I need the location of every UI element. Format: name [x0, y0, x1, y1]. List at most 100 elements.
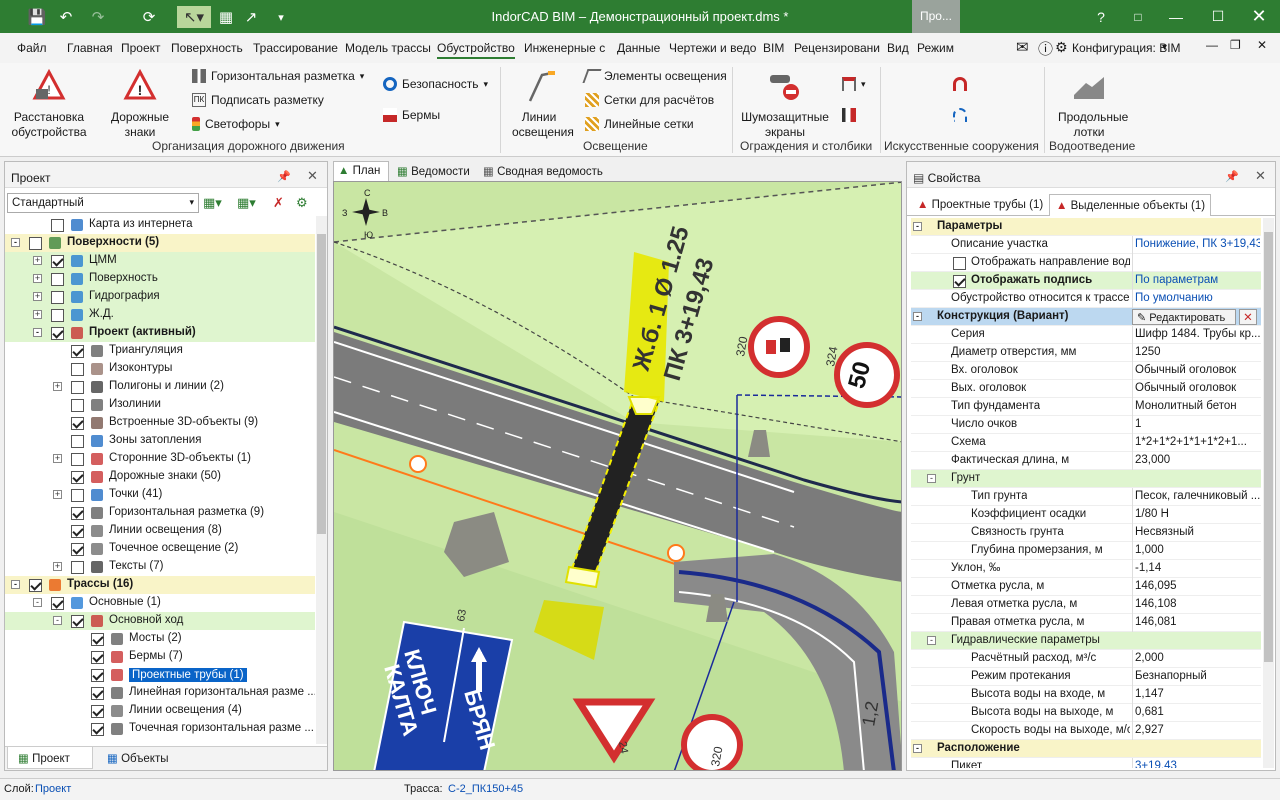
- visibility-checkbox[interactable]: [71, 489, 84, 502]
- tree-item[interactable]: - Проект (активный): [5, 324, 315, 342]
- property-row[interactable]: - Расположение: [911, 740, 1261, 758]
- tree-item[interactable]: Точечная горизонтальная разме ...: [5, 720, 315, 738]
- tree-item[interactable]: Бермы (7): [5, 648, 315, 666]
- property-row[interactable]: Число очков 1: [911, 416, 1261, 434]
- property-value[interactable]: Понижение, ПК 3+19,43: [1132, 236, 1260, 254]
- sign-marking-button[interactable]: ПК Подписать разметку: [192, 93, 324, 107]
- tab-selected-objects[interactable]: ▲ Выделенные объекты (1): [1049, 194, 1211, 216]
- property-row[interactable]: Правая отметка русла, м 146,081: [911, 614, 1261, 632]
- menu-routing[interactable]: Трассирование: [253, 41, 338, 55]
- berms-button[interactable]: Бермы: [383, 108, 440, 122]
- delete-icon[interactable]: ✕: [1239, 309, 1257, 325]
- expand-icon[interactable]: +: [53, 562, 62, 571]
- menu-bim[interactable]: BIM: [763, 41, 784, 55]
- visibility-checkbox[interactable]: [71, 363, 84, 376]
- collapse-icon[interactable]: -: [11, 238, 20, 247]
- property-row[interactable]: Высота воды на выходе, м 0,681: [911, 704, 1261, 722]
- visibility-checkbox[interactable]: [71, 417, 84, 430]
- route-value[interactable]: С-2_ПК150+45: [448, 783, 523, 795]
- plan-canvas[interactable]: Ж.б. 1 Ø 1.25 ПК 3+19,43 50 КЛЮЧ КАЛТА Б…: [334, 182, 902, 771]
- property-value[interactable]: 2,927: [1132, 722, 1260, 740]
- help-icon[interactable]: ?: [1082, 0, 1120, 33]
- property-value[interactable]: Шифр 1484. Трубы кр...: [1132, 326, 1260, 344]
- scrollbar-thumb[interactable]: [317, 234, 326, 534]
- property-value[interactable]: По умолчанию: [1132, 290, 1260, 308]
- close-icon[interactable]: ✕: [1255, 168, 1266, 184]
- tree-item[interactable]: + Ж.Д.: [5, 306, 315, 324]
- noise-screens-button[interactable]: Шумозащитные экраны: [737, 69, 833, 140]
- property-value[interactable]: 146,095: [1132, 578, 1260, 596]
- visibility-checkbox[interactable]: [71, 543, 84, 556]
- visibility-checkbox[interactable]: [71, 615, 84, 628]
- visibility-checkbox[interactable]: [71, 399, 84, 412]
- expand-icon[interactable]: +: [33, 310, 42, 319]
- menu-equipment[interactable]: Обустройство: [437, 41, 515, 59]
- tree-item[interactable]: Дорожные знаки (50): [5, 468, 315, 486]
- layer-add-icon[interactable]: ▦▾: [203, 195, 222, 211]
- placement-button[interactable]: ! Расстановка обустройства: [8, 68, 90, 140]
- property-row[interactable]: Скорость воды на выходе, м/с 2,927: [911, 722, 1261, 740]
- property-row[interactable]: Фактическая длина, м 23,000: [911, 452, 1261, 470]
- bridge-button[interactable]: [953, 108, 967, 122]
- orange-marker[interactable]: [409, 455, 427, 473]
- tab-statements[interactable]: ▦ Ведомости: [391, 161, 477, 181]
- tree-item[interactable]: + Тексты (7): [5, 558, 315, 576]
- property-value[interactable]: 0,681: [1132, 704, 1260, 722]
- pipe-button[interactable]: [953, 77, 967, 91]
- visibility-checkbox[interactable]: [29, 579, 42, 592]
- property-row[interactable]: Расчётный расход, м³/с 2,000: [911, 650, 1261, 668]
- visibility-checkbox[interactable]: [51, 219, 64, 232]
- orange-marker[interactable]: [667, 544, 685, 562]
- visibility-checkbox[interactable]: [71, 381, 84, 394]
- property-value[interactable]: 1*2+1*2+1*1+1*2+1...: [1132, 434, 1260, 452]
- delete-layer-icon[interactable]: ✗: [273, 195, 284, 211]
- help-circle-icon[interactable]: ⓘ: [1038, 38, 1053, 59]
- light-lines-button[interactable]: Линии освещения: [506, 69, 574, 140]
- tree-item[interactable]: Проектные трубы (1): [5, 666, 315, 684]
- tab-project-pipes[interactable]: ▲ Проектные трубы (1): [911, 196, 1047, 216]
- mdi-restore-icon[interactable]: ❐: [1230, 38, 1241, 52]
- property-row[interactable]: Левая отметка русла, м 146,108: [911, 596, 1261, 614]
- linear-grids-button[interactable]: Линейные сетки: [585, 117, 694, 131]
- collapse-icon[interactable]: -: [927, 636, 936, 645]
- collapse-icon[interactable]: -: [33, 598, 42, 607]
- visibility-checkbox[interactable]: [71, 453, 84, 466]
- expand-icon[interactable]: +: [53, 490, 62, 499]
- layer-value[interactable]: Проект: [35, 783, 71, 795]
- close-icon[interactable]: ✕: [307, 168, 318, 184]
- tab-objects[interactable]: ▦ Объекты: [101, 747, 191, 769]
- property-value[interactable]: [1132, 254, 1260, 272]
- tab-plan[interactable]: ▲ План: [333, 161, 389, 181]
- posts-button[interactable]: [842, 108, 856, 122]
- menu-drawings[interactable]: Чертежи и ведо: [669, 41, 756, 55]
- tree-item[interactable]: + Поверхность: [5, 270, 315, 288]
- property-value[interactable]: 1250: [1132, 344, 1260, 362]
- visibility-checkbox[interactable]: [51, 309, 64, 322]
- safety-button[interactable]: Безопасность ▾: [383, 77, 488, 91]
- visibility-checkbox[interactable]: [91, 723, 104, 736]
- property-value[interactable]: По параметрам: [1132, 272, 1260, 290]
- property-row[interactable]: Коэффициент осадки 1/80 Н: [911, 506, 1261, 524]
- menu-home[interactable]: Главная: [67, 41, 113, 55]
- tree-item[interactable]: Изолинии: [5, 396, 315, 414]
- property-checkbox[interactable]: [953, 275, 966, 288]
- layer-settings-icon[interactable]: ⚙: [296, 195, 308, 211]
- property-value[interactable]: 1,000: [1132, 542, 1260, 560]
- property-row[interactable]: Вых. оголовок Обычный оголовок: [911, 380, 1261, 398]
- visibility-checkbox[interactable]: [71, 507, 84, 520]
- property-row[interactable]: - Параметры: [911, 218, 1261, 236]
- property-value[interactable]: Обычный оголовок: [1132, 380, 1260, 398]
- property-row[interactable]: Описание участка Понижение, ПК 3+19,43: [911, 236, 1261, 254]
- road-signs-button[interactable]: ! Дорожные знаки: [103, 68, 177, 140]
- visibility-checkbox[interactable]: [71, 471, 84, 484]
- property-value[interactable]: 1,147: [1132, 686, 1260, 704]
- visibility-checkbox[interactable]: [51, 597, 64, 610]
- view-select[interactable]: Стандартный ▾: [7, 193, 199, 213]
- visibility-checkbox[interactable]: [29, 237, 42, 250]
- property-value[interactable]: Несвязный: [1132, 524, 1260, 542]
- property-value[interactable]: Обычный оголовок: [1132, 362, 1260, 380]
- property-value[interactable]: 23,000: [1132, 452, 1260, 470]
- scrollbar-thumb[interactable]: [1264, 232, 1273, 662]
- property-row[interactable]: Схема 1*2+1*2+1*1+1*2+1...: [911, 434, 1261, 452]
- fence-button[interactable]: ▾: [842, 77, 866, 91]
